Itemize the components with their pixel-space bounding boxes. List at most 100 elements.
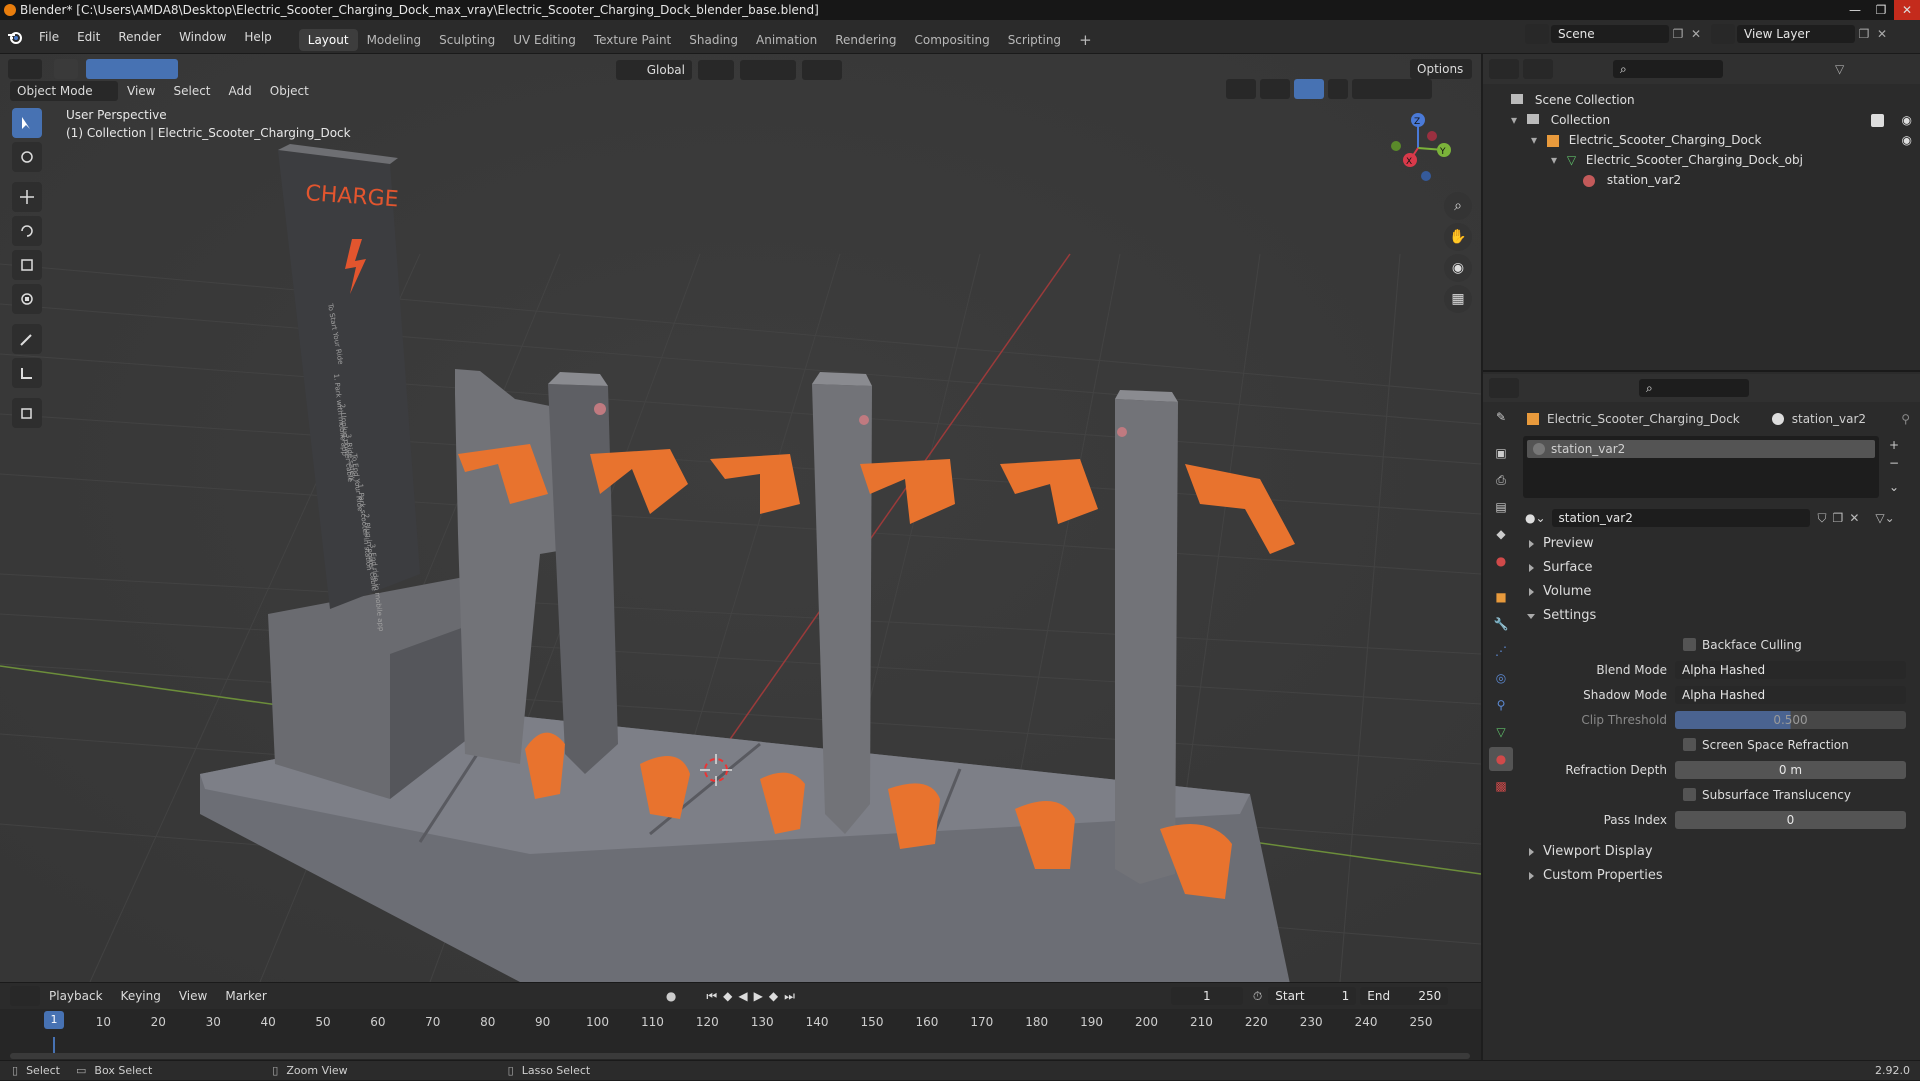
material-name-field[interactable]: station_var2 bbox=[1551, 509, 1810, 527]
outliner-editor-type-icon[interactable] bbox=[1489, 59, 1519, 79]
object-mode-dropdown[interactable]: Object Mode bbox=[10, 81, 118, 101]
panel-preview[interactable]: Preview bbox=[1521, 532, 1914, 556]
material-tab-icon[interactable]: ● bbox=[1489, 747, 1513, 771]
outliner-item-material[interactable]: station_var2 bbox=[1483, 170, 1920, 190]
menu-edit[interactable]: Edit bbox=[68, 20, 109, 54]
object-tab-icon[interactable]: ■ bbox=[1489, 585, 1513, 609]
render-tab-icon[interactable]: ▣ bbox=[1489, 441, 1513, 465]
play-reverse-icon[interactable]: ◀ bbox=[738, 989, 753, 1003]
timeline-menu-marker[interactable]: Marker bbox=[216, 983, 275, 1009]
perspective-toggle-icon[interactable]: ▦ bbox=[1444, 285, 1472, 313]
playhead-frame-label[interactable]: 1 bbox=[44, 1011, 64, 1029]
proportional-editing-dropdown[interactable] bbox=[802, 60, 842, 80]
play-icon[interactable]: ▶ bbox=[754, 989, 769, 1003]
start-frame-field[interactable]: Start 1 bbox=[1268, 987, 1357, 1005]
blender-menu-icon[interactable] bbox=[0, 20, 30, 54]
duplicate-material-icon[interactable]: ❐ bbox=[1833, 511, 1844, 525]
remove-slot-button[interactable]: − bbox=[1889, 454, 1899, 472]
add-workspace-button[interactable]: + bbox=[1070, 29, 1101, 51]
transform-orientation-dropdown[interactable]: Global bbox=[616, 60, 692, 80]
panel-custom-properties[interactable]: Custom Properties bbox=[1521, 864, 1914, 888]
navigation-gizmo[interactable]: Z Y X bbox=[1380, 110, 1456, 186]
clip-threshold-slider[interactable]: 0.500 bbox=[1675, 710, 1906, 729]
material-slot-item[interactable]: station_var2 bbox=[1527, 440, 1875, 458]
link-type-icon[interactable]: ▽⌄ bbox=[1875, 511, 1894, 525]
add-cube-tool[interactable] bbox=[12, 398, 42, 428]
outliner-item-mesh-data[interactable]: ▾ ▽ Electric_Scooter_Charging_Dock_obj bbox=[1483, 150, 1920, 170]
delete-scene-icon[interactable]: ✕ bbox=[1687, 27, 1705, 41]
viewport-menu-add[interactable]: Add bbox=[220, 80, 261, 102]
editor-type-icon[interactable] bbox=[8, 59, 42, 79]
panel-surface[interactable]: Surface bbox=[1521, 556, 1914, 580]
viewport-shading-buttons[interactable] bbox=[1352, 79, 1432, 99]
properties-editor-type-icon[interactable] bbox=[1489, 378, 1519, 398]
texture-tab-icon[interactable]: ▩ bbox=[1489, 774, 1513, 798]
select-tool-icon[interactable] bbox=[54, 59, 78, 79]
workspace-tab-texture-paint[interactable]: Texture Paint bbox=[585, 29, 680, 51]
transform-tool[interactable] bbox=[12, 284, 42, 314]
pan-hand-icon[interactable]: ✋ bbox=[1444, 223, 1472, 251]
menu-render[interactable]: Render bbox=[109, 20, 170, 54]
pin-icon[interactable]: ⚲ bbox=[1901, 412, 1910, 426]
workspace-tab-shading[interactable]: Shading bbox=[680, 29, 747, 51]
panel-settings[interactable]: Settings bbox=[1521, 604, 1914, 628]
close-button[interactable]: ✕ bbox=[1894, 0, 1920, 20]
subsurface-translucency-row[interactable]: Subsurface Translucency bbox=[1521, 782, 1914, 807]
slot-specials-icon[interactable]: ⌄ bbox=[1889, 478, 1899, 496]
workspace-tab-modeling[interactable]: Modeling bbox=[358, 29, 431, 51]
scene-tab-icon[interactable]: ◆ bbox=[1489, 522, 1513, 546]
zoom-icon[interactable]: ⌕ bbox=[1444, 192, 1472, 220]
output-tab-icon[interactable]: ⎙ bbox=[1489, 468, 1513, 492]
next-keyframe-icon[interactable]: ◆ bbox=[769, 989, 784, 1003]
subsurface-translucency-checkbox[interactable] bbox=[1683, 788, 1696, 801]
visibility-eye-icon[interactable]: ◉ bbox=[1902, 130, 1912, 150]
end-frame-field[interactable]: End 250 bbox=[1360, 987, 1449, 1005]
gizmo-toggle-icon[interactable] bbox=[1260, 79, 1290, 99]
viewport-menu-view[interactable]: View bbox=[118, 80, 164, 102]
xray-toggle-icon[interactable] bbox=[1328, 79, 1348, 99]
current-frame-field[interactable]: 1 bbox=[1170, 987, 1243, 1005]
view-layer-icon[interactable] bbox=[1711, 24, 1735, 44]
overlay-toggle-icon[interactable] bbox=[1294, 79, 1324, 99]
auto-keying-icon[interactable]: ● bbox=[666, 989, 676, 1003]
select-box-tool[interactable] bbox=[12, 108, 42, 138]
properties-search-input[interactable]: ⌕ bbox=[1639, 379, 1749, 397]
display-mode-icon[interactable] bbox=[1523, 59, 1553, 79]
scene-icon[interactable] bbox=[1525, 24, 1549, 44]
refraction-depth-field[interactable]: 0 m bbox=[1675, 760, 1906, 779]
material-browse-icon[interactable]: ●⌄ bbox=[1525, 511, 1546, 525]
particles-tab-icon[interactable]: ⋰ bbox=[1489, 639, 1513, 663]
backface-culling-checkbox[interactable] bbox=[1683, 638, 1696, 651]
delete-view-layer-icon[interactable]: ✕ bbox=[1873, 27, 1891, 41]
screen-space-refraction-checkbox[interactable] bbox=[1683, 738, 1696, 751]
visibility-eye-icon[interactable]: ◉ bbox=[1902, 110, 1912, 130]
menu-window[interactable]: Window bbox=[170, 20, 235, 54]
outliner-item-collection[interactable]: ▾ Collection ◉ bbox=[1483, 110, 1920, 130]
options-dropdown[interactable]: Options bbox=[1410, 59, 1472, 79]
screen-space-refraction-row[interactable]: Screen Space Refraction bbox=[1521, 732, 1914, 757]
timeline-editor-type-icon[interactable] bbox=[10, 986, 40, 1006]
view-layer-tab-icon[interactable]: ▤ bbox=[1489, 495, 1513, 519]
new-scene-icon[interactable]: ❐ bbox=[1669, 27, 1687, 41]
timeline-menu-playback[interactable]: Playback bbox=[40, 983, 112, 1009]
scene-selector[interactable]: Scene bbox=[1551, 25, 1669, 43]
backface-culling-row[interactable]: Backface Culling bbox=[1521, 632, 1914, 657]
new-view-layer-icon[interactable]: ❐ bbox=[1855, 27, 1873, 41]
pivot-point-dropdown[interactable] bbox=[698, 60, 734, 80]
timeline-menu-view[interactable]: View bbox=[170, 983, 216, 1009]
workspace-tab-rendering[interactable]: Rendering bbox=[826, 29, 905, 51]
viewport-menu-object[interactable]: Object bbox=[261, 80, 318, 102]
view-layer-selector[interactable]: View Layer bbox=[1737, 25, 1855, 43]
maximize-button[interactable]: ❐ bbox=[1868, 0, 1894, 20]
panel-viewport-display[interactable]: Viewport Display bbox=[1521, 840, 1914, 864]
measure-tool[interactable] bbox=[12, 358, 42, 388]
fake-user-icon[interactable]: ⛉ bbox=[1818, 511, 1827, 526]
workspace-tab-uv-editing[interactable]: UV Editing bbox=[504, 29, 585, 51]
shadow-mode-dropdown[interactable]: Alpha Hashed bbox=[1675, 685, 1906, 704]
blend-mode-dropdown[interactable]: Alpha Hashed bbox=[1675, 660, 1906, 679]
filter-icon[interactable]: ▽ bbox=[1835, 62, 1844, 76]
scale-tool[interactable] bbox=[12, 250, 42, 280]
expand-arrow-icon[interactable]: ▾ bbox=[1531, 133, 1537, 147]
tool-tab-icon[interactable]: ✎ bbox=[1489, 405, 1513, 429]
preview-range-icon[interactable]: ⏱ bbox=[1253, 989, 1262, 1004]
